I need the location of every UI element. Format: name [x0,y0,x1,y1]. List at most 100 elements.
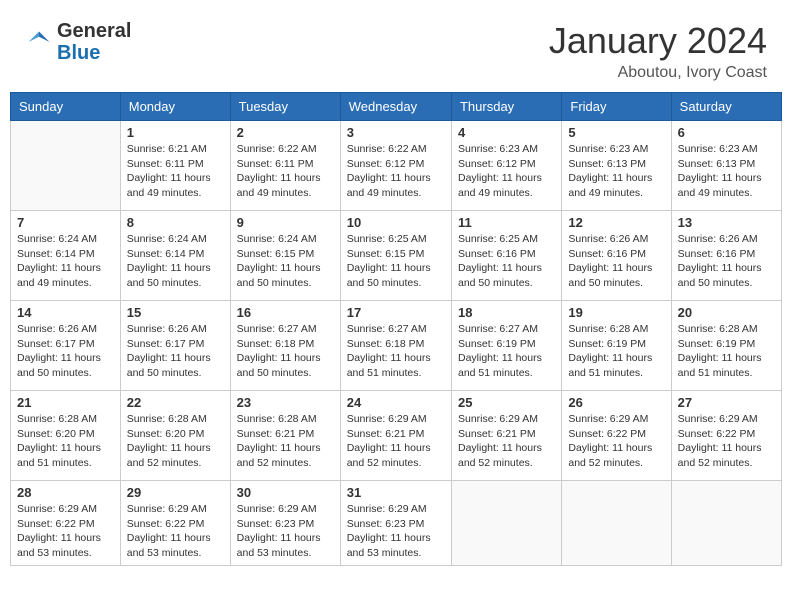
day-info: Sunrise: 6:29 AMSunset: 6:22 PMDaylight:… [127,502,224,561]
day-number: 24 [347,395,445,410]
day-info: Sunrise: 6:24 AMSunset: 6:15 PMDaylight:… [237,232,334,291]
calendar-cell: 10 Sunrise: 6:25 AMSunset: 6:15 PMDayligh… [340,211,451,301]
day-info: Sunrise: 6:24 AMSunset: 6:14 PMDaylight:… [17,232,114,291]
day-info: Sunrise: 6:25 AMSunset: 6:16 PMDaylight:… [458,232,555,291]
weekday-header: Saturday [671,93,781,121]
day-info: Sunrise: 6:27 AMSunset: 6:18 PMDaylight:… [347,322,445,381]
day-number: 14 [17,305,114,320]
day-info: Sunrise: 6:27 AMSunset: 6:19 PMDaylight:… [458,322,555,381]
day-number: 19 [568,305,664,320]
day-number: 29 [127,485,224,500]
day-info: Sunrise: 6:22 AMSunset: 6:11 PMDaylight:… [237,142,334,201]
day-info: Sunrise: 6:29 AMSunset: 6:22 PMDaylight:… [17,502,114,561]
day-info: Sunrise: 6:27 AMSunset: 6:18 PMDaylight:… [237,322,334,381]
day-info: Sunrise: 6:23 AMSunset: 6:13 PMDaylight:… [678,142,775,201]
day-number: 28 [17,485,114,500]
logo: General Blue [25,20,131,64]
day-number: 16 [237,305,334,320]
calendar-cell: 7 Sunrise: 6:24 AMSunset: 6:14 PMDaylight… [11,211,121,301]
calendar-cell: 24 Sunrise: 6:29 AMSunset: 6:21 PMDayligh… [340,391,451,481]
calendar-cell: 23Sunrise: 6:28 AMSunset: 6:21 PMDayligh… [230,391,340,481]
weekday-header: Monday [120,93,230,121]
day-number: 21 [17,395,114,410]
day-number: 20 [678,305,775,320]
weekday-header: Sunday [11,93,121,121]
day-info: Sunrise: 6:29 AMSunset: 6:22 PMDaylight:… [568,412,664,471]
day-number: 3 [347,125,445,140]
day-number: 4 [458,125,555,140]
calendar-cell: 21 Sunrise: 6:28 AMSunset: 6:20 PMDayligh… [11,391,121,481]
day-number: 6 [678,125,775,140]
calendar-week-row: 28 Sunrise: 6:29 AMSunset: 6:22 PMDayligh… [11,481,782,566]
day-info: Sunrise: 6:29 AMSunset: 6:23 PMDaylight:… [237,502,334,561]
calendar-cell [671,481,781,566]
day-number: 9 [237,215,334,230]
day-info: Sunrise: 6:26 AMSunset: 6:16 PMDaylight:… [678,232,775,291]
day-number: 7 [17,215,114,230]
day-number: 5 [568,125,664,140]
day-info: Sunrise: 6:29 AMSunset: 6:23 PMDaylight:… [347,502,445,561]
calendar-cell: 1Sunrise: 6:21 AMSunset: 6:11 PMDaylight… [120,121,230,211]
day-number: 30 [237,485,334,500]
day-info: Sunrise: 6:24 AMSunset: 6:14 PMDaylight:… [127,232,224,291]
day-number: 13 [678,215,775,230]
calendar-cell [11,121,121,211]
calendar-cell: 8Sunrise: 6:24 AMSunset: 6:14 PMDaylight… [120,211,230,301]
weekday-header: Friday [562,93,671,121]
day-number: 17 [347,305,445,320]
calendar-cell: 4 Sunrise: 6:23 AMSunset: 6:12 PMDaylight… [451,121,561,211]
day-info: Sunrise: 6:22 AMSunset: 6:12 PMDaylight:… [347,142,445,201]
calendar-cell: 28 Sunrise: 6:29 AMSunset: 6:22 PMDayligh… [11,481,121,566]
day-info: Sunrise: 6:28 AMSunset: 6:19 PMDaylight:… [678,322,775,381]
logo-general: General [57,20,131,42]
day-number: 12 [568,215,664,230]
day-number: 27 [678,395,775,410]
calendar-cell: 14 Sunrise: 6:26 AMSunset: 6:17 PMDayligh… [11,301,121,391]
calendar-cell: 29 Sunrise: 6:29 AMSunset: 6:22 PMDayligh… [120,481,230,566]
calendar-week-row: 7 Sunrise: 6:24 AMSunset: 6:14 PMDaylight… [11,211,782,301]
day-info: Sunrise: 6:23 AMSunset: 6:13 PMDaylight:… [568,142,664,201]
day-info: Sunrise: 6:21 AMSunset: 6:11 PMDaylight:… [127,142,224,201]
day-info: Sunrise: 6:29 AMSunset: 6:22 PMDaylight:… [678,412,775,471]
calendar-cell: 13 Sunrise: 6:26 AMSunset: 6:16 PMDayligh… [671,211,781,301]
day-number: 15 [127,305,224,320]
day-info: Sunrise: 6:29 AMSunset: 6:21 PMDaylight:… [347,412,445,471]
calendar-cell: 12Sunrise: 6:26 AMSunset: 6:16 PMDayligh… [562,211,671,301]
day-number: 26 [568,395,664,410]
day-number: 25 [458,395,555,410]
calendar-table: SundayMondayTuesdayWednesdayThursdayFrid… [10,92,782,566]
calendar-cell [562,481,671,566]
day-info: Sunrise: 6:28 AMSunset: 6:20 PMDaylight:… [17,412,114,471]
calendar-cell: 16 Sunrise: 6:27 AMSunset: 6:18 PMDayligh… [230,301,340,391]
day-info: Sunrise: 6:25 AMSunset: 6:15 PMDaylight:… [347,232,445,291]
calendar-cell: 2 Sunrise: 6:22 AMSunset: 6:11 PMDaylight… [230,121,340,211]
weekday-header-row: SundayMondayTuesdayWednesdayThursdayFrid… [11,93,782,121]
day-info: Sunrise: 6:23 AMSunset: 6:12 PMDaylight:… [458,142,555,201]
calendar-week-row: 21 Sunrise: 6:28 AMSunset: 6:20 PMDayligh… [11,391,782,481]
day-number: 2 [237,125,334,140]
calendar-cell: 30 Sunrise: 6:29 AMSunset: 6:23 PMDayligh… [230,481,340,566]
day-info: Sunrise: 6:28 AMSunset: 6:20 PMDaylight:… [127,412,224,471]
calendar-cell: 11 Sunrise: 6:25 AMSunset: 6:16 PMDayligh… [451,211,561,301]
day-info: Sunrise: 6:28 AMSunset: 6:19 PMDaylight:… [568,322,664,381]
calendar-cell: 5 Sunrise: 6:23 AMSunset: 6:13 PMDaylight… [562,121,671,211]
day-info: Sunrise: 6:26 AMSunset: 6:17 PMDaylight:… [17,322,114,381]
calendar-cell: 9 Sunrise: 6:24 AMSunset: 6:15 PMDaylight… [230,211,340,301]
calendar-cell: 3 Sunrise: 6:22 AMSunset: 6:12 PMDaylight… [340,121,451,211]
day-number: 18 [458,305,555,320]
calendar-cell: 6 Sunrise: 6:23 AMSunset: 6:13 PMDaylight… [671,121,781,211]
title-block: January 2024 Aboutou, Ivory Coast [549,20,767,82]
day-number: 11 [458,215,555,230]
logo-blue: Blue [57,42,100,64]
calendar-cell: 18 Sunrise: 6:27 AMSunset: 6:19 PMDayligh… [451,301,561,391]
day-number: 31 [347,485,445,500]
day-number: 10 [347,215,445,230]
month-title: January 2024 [549,20,767,62]
logo-icon [25,28,53,56]
location: Aboutou, Ivory Coast [549,64,767,82]
calendar-cell: 25 Sunrise: 6:29 AMSunset: 6:21 PMDayligh… [451,391,561,481]
calendar-week-row: 14 Sunrise: 6:26 AMSunset: 6:17 PMDayligh… [11,301,782,391]
calendar-cell: 31 Sunrise: 6:29 AMSunset: 6:23 PMDayligh… [340,481,451,566]
day-info: Sunrise: 6:29 AMSunset: 6:21 PMDaylight:… [458,412,555,471]
calendar-cell [451,481,561,566]
